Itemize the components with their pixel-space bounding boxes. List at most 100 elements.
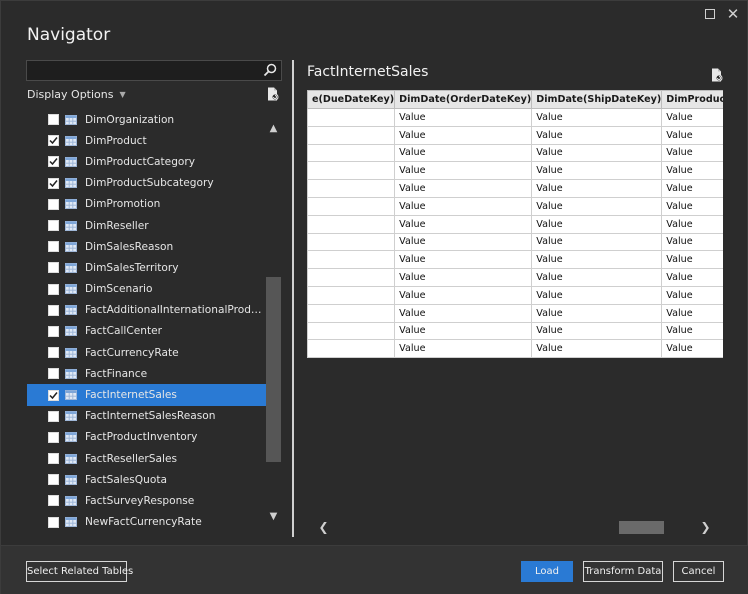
checkbox[interactable] <box>48 220 59 232</box>
tree-scrollbar[interactable]: ▲ ▼ <box>266 109 281 536</box>
checkbox[interactable] <box>48 283 59 295</box>
tree-item[interactable]: FactSalesQuota <box>27 469 266 490</box>
table-icon <box>65 262 77 273</box>
checkbox[interactable] <box>48 241 59 253</box>
column-header[interactable]: DimDate(OrderDateKey) <box>394 90 533 109</box>
tree-item[interactable]: DimProduct <box>27 130 266 151</box>
table-cell: Value <box>394 339 533 359</box>
column-header[interactable]: DimProduct <box>661 90 723 109</box>
checkbox[interactable] <box>48 325 59 337</box>
tree-item-label: NewFactCurrencyRate <box>85 516 202 529</box>
table-cell: Value <box>531 196 663 216</box>
table-icon <box>65 453 77 464</box>
preview-refresh-icon[interactable] <box>711 68 723 82</box>
scroll-left-icon[interactable]: ❮ <box>315 519 332 536</box>
table-cell: Value <box>531 250 663 270</box>
checkbox[interactable] <box>48 198 59 210</box>
table-cell: Value <box>661 232 723 252</box>
scrollbar-thumb[interactable] <box>266 277 281 462</box>
tree-item[interactable]: DimScenario <box>27 279 266 300</box>
table-row: ValueValueValueValue <box>307 214 723 234</box>
load-button[interactable]: Load <box>521 561 573 582</box>
tree-item-label: FactCallCenter <box>85 325 163 338</box>
checkbox[interactable] <box>48 453 59 465</box>
tree-item[interactable]: DimSalesReason <box>27 236 266 257</box>
search-icon[interactable] <box>263 63 277 77</box>
table-cell: Value <box>531 161 663 181</box>
table-cell: Value <box>394 108 533 127</box>
checkbox[interactable] <box>48 410 59 422</box>
tree-item[interactable]: FactAdditionalInternationalProductDes... <box>27 300 266 321</box>
refresh-icon[interactable] <box>267 87 279 101</box>
table-cell <box>307 214 396 234</box>
checkbox[interactable] <box>48 347 59 359</box>
checkbox[interactable] <box>48 431 59 443</box>
table-cell: Value <box>531 108 663 127</box>
pane-divider[interactable] <box>292 60 294 537</box>
table-cell <box>307 196 396 216</box>
tree-item[interactable]: DimProductCategory <box>27 151 266 172</box>
cancel-button[interactable]: Cancel <box>673 561 724 582</box>
tree-item-label: FactProductInventory <box>85 431 198 444</box>
preview-table: e(DueDateKey) DimDate(OrderDateKey) DimDat… <box>307 90 723 359</box>
table-cell: Value <box>394 232 533 252</box>
checkmark-icon <box>49 137 58 145</box>
checkbox[interactable] <box>48 389 59 401</box>
table-cell <box>307 143 396 163</box>
checkbox[interactable] <box>48 368 59 380</box>
tree-item[interactable]: FactCallCenter <box>27 321 266 342</box>
checkbox[interactable] <box>48 114 59 126</box>
transform-data-button[interactable]: Transform Data <box>583 561 663 582</box>
tree-item[interactable]: FactInternetSales <box>27 384 266 406</box>
tree-item[interactable]: DimPromotion <box>27 194 266 215</box>
tree-item[interactable]: DimOrganization <box>27 109 266 130</box>
scroll-right-icon[interactable]: ❯ <box>697 519 714 536</box>
display-options-dropdown[interactable]: Display Options ▼ <box>27 88 126 101</box>
tree-item-label: FactInternetSalesReason <box>85 410 216 423</box>
tree-item[interactable]: DimProductSubcategory <box>27 173 266 194</box>
tree-item[interactable]: FactSurveyResponse <box>27 490 266 511</box>
display-options-label: Display Options <box>27 88 114 101</box>
tree-item-label: FactSurveyResponse <box>85 494 195 507</box>
tree-item[interactable]: FactResellerSales <box>27 448 266 469</box>
tree-item-label: FactSalesQuota <box>85 473 167 486</box>
tree-item[interactable]: NewFactCurrencyRate <box>27 512 266 533</box>
checkbox[interactable] <box>48 474 59 486</box>
close-button[interactable]: ✕ <box>723 5 743 23</box>
search-input[interactable] <box>27 63 261 82</box>
table-cell: Value <box>661 108 723 127</box>
maximize-button[interactable] <box>700 5 720 23</box>
table-row: ValueValueValueValue <box>307 108 723 127</box>
tree-item[interactable]: FactProductInventory <box>27 427 266 448</box>
scroll-up-icon[interactable]: ▲ <box>266 121 281 136</box>
tree-item-label: DimOrganization <box>85 113 175 126</box>
checkbox[interactable] <box>48 156 59 168</box>
select-related-tables-button[interactable]: Select Related Tables <box>26 561 133 582</box>
table-cell: Value <box>394 161 533 181</box>
tree-item[interactable]: DimReseller <box>27 215 266 236</box>
scrollbar-thumb[interactable] <box>619 521 664 534</box>
tree-item[interactable]: FactCurrencyRate <box>27 342 266 363</box>
column-header[interactable]: DimDate(ShipDateKey) <box>531 90 663 109</box>
checkbox[interactable] <box>48 516 59 528</box>
table-cell: Value <box>531 285 663 305</box>
checkbox[interactable] <box>48 135 59 147</box>
checkbox[interactable] <box>48 495 59 507</box>
tree-item-label: FactInternetSales <box>85 389 177 402</box>
table-tree: DimOrganization DimProduct DimProductCateg… <box>27 109 266 536</box>
tree-item[interactable]: FactFinance <box>27 363 266 384</box>
tree-item-label: FactCurrencyRate <box>85 346 179 359</box>
checkbox[interactable] <box>48 262 59 274</box>
scroll-down-icon[interactable]: ▼ <box>266 509 281 524</box>
checkbox[interactable] <box>48 177 59 189</box>
column-header[interactable]: e(DueDateKey) <box>307 90 396 109</box>
preview-horizontal-scrollbar[interactable]: ❮ ❯ <box>307 519 723 536</box>
table-cell: Value <box>394 125 533 145</box>
checkbox[interactable] <box>48 304 59 316</box>
table-cell: Value <box>394 196 533 216</box>
tree-item[interactable]: DimSalesTerritory <box>27 257 266 278</box>
tree-item[interactable]: FactInternetSalesReason <box>27 406 266 427</box>
table-cell: Value <box>661 143 723 163</box>
search-box[interactable] <box>26 60 282 82</box>
table-icon <box>65 517 77 528</box>
